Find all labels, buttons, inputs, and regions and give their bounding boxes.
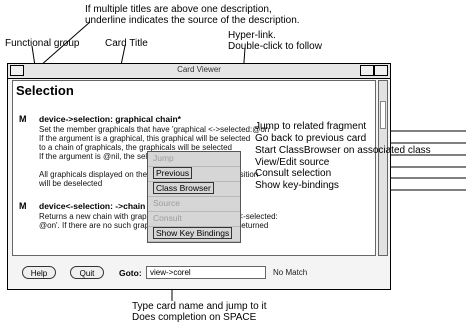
menu-item-source[interactable]: Source	[148, 197, 240, 212]
annotation-type-card-1: Type card name and jump to it	[132, 301, 267, 312]
vertical-scrollbar[interactable]	[378, 80, 388, 256]
menu-item-class-browser[interactable]: Class Browser	[148, 182, 240, 197]
maximize-button[interactable]	[374, 65, 388, 76]
help-button[interactable]: Help	[22, 266, 56, 279]
menu-item-show-key-bindings-label: Show Key Bindings	[153, 227, 233, 239]
annotation-go-back: Go back to previous card	[255, 133, 367, 144]
annotation-consult: Consult selection	[255, 168, 332, 179]
menu-item-show-key-bindings[interactable]: Show Key Bindings	[148, 227, 240, 242]
bottom-bar: Help Quit Goto: view->corel No Match	[8, 259, 390, 289]
menu-item-jump[interactable]: Jump	[148, 152, 240, 167]
description-line: Set the member graphicals that have 'gra…	[39, 125, 271, 134]
annotation-hyperlink-2: Double-click to follow	[228, 41, 322, 52]
goto-input[interactable]: view->corel	[146, 266, 266, 279]
entry-mark: M	[19, 114, 27, 124]
menu-item-previous-label: Previous	[153, 167, 193, 179]
menu-item-class-browser-label: Class Browser	[153, 182, 214, 194]
context-menu: Jump Previous Class Browser Source Consu…	[147, 151, 241, 243]
entry-mark: M	[19, 201, 27, 211]
description-line: will be deselected	[39, 179, 103, 188]
annotation-view-edit: View/Edit source	[255, 157, 330, 168]
description-line: If the argument is a graphical, this gra…	[39, 134, 251, 143]
annotation-jump: Jump to related fragment	[255, 121, 367, 132]
menu-item-consult[interactable]: Consult	[148, 212, 240, 227]
scrollbar-thumb[interactable]	[380, 101, 386, 129]
card-title-link[interactable]: device<-selection: ->chain	[39, 201, 145, 211]
annotation-card-title: Card Title	[105, 38, 148, 49]
annotation-type-card-2: Does completion on SPACE	[132, 312, 257, 323]
annotation-class-browser: Start ClassBrowser on associated class	[255, 145, 431, 156]
menu-item-previous[interactable]: Previous	[148, 167, 240, 182]
title-bar: Card Viewer	[8, 64, 390, 79]
annotation-show-key-bindings: Show key-bindings	[255, 180, 339, 191]
status-text: No Match	[273, 268, 308, 277]
annotation-multiple-titles-2: underline indicates the source of the de…	[85, 15, 300, 26]
quit-button[interactable]: Quit	[70, 266, 104, 279]
annotation-multiple-titles-1: If multiple titles are above one descrip…	[85, 4, 272, 15]
functional-group-title: Selection	[16, 83, 74, 98]
window-title: Card Viewer	[177, 65, 221, 74]
card-viewer-window: Card Viewer Selection M device->selectio…	[7, 63, 391, 290]
annotation-functional-group: Functional group	[5, 38, 80, 49]
card-title-link[interactable]: device->selection: graphical chain*	[39, 114, 181, 124]
annotation-hyperlink-1: Hyper-link.	[228, 30, 276, 41]
goto-label: Goto:	[119, 268, 142, 278]
minimize-button[interactable]	[360, 65, 374, 76]
